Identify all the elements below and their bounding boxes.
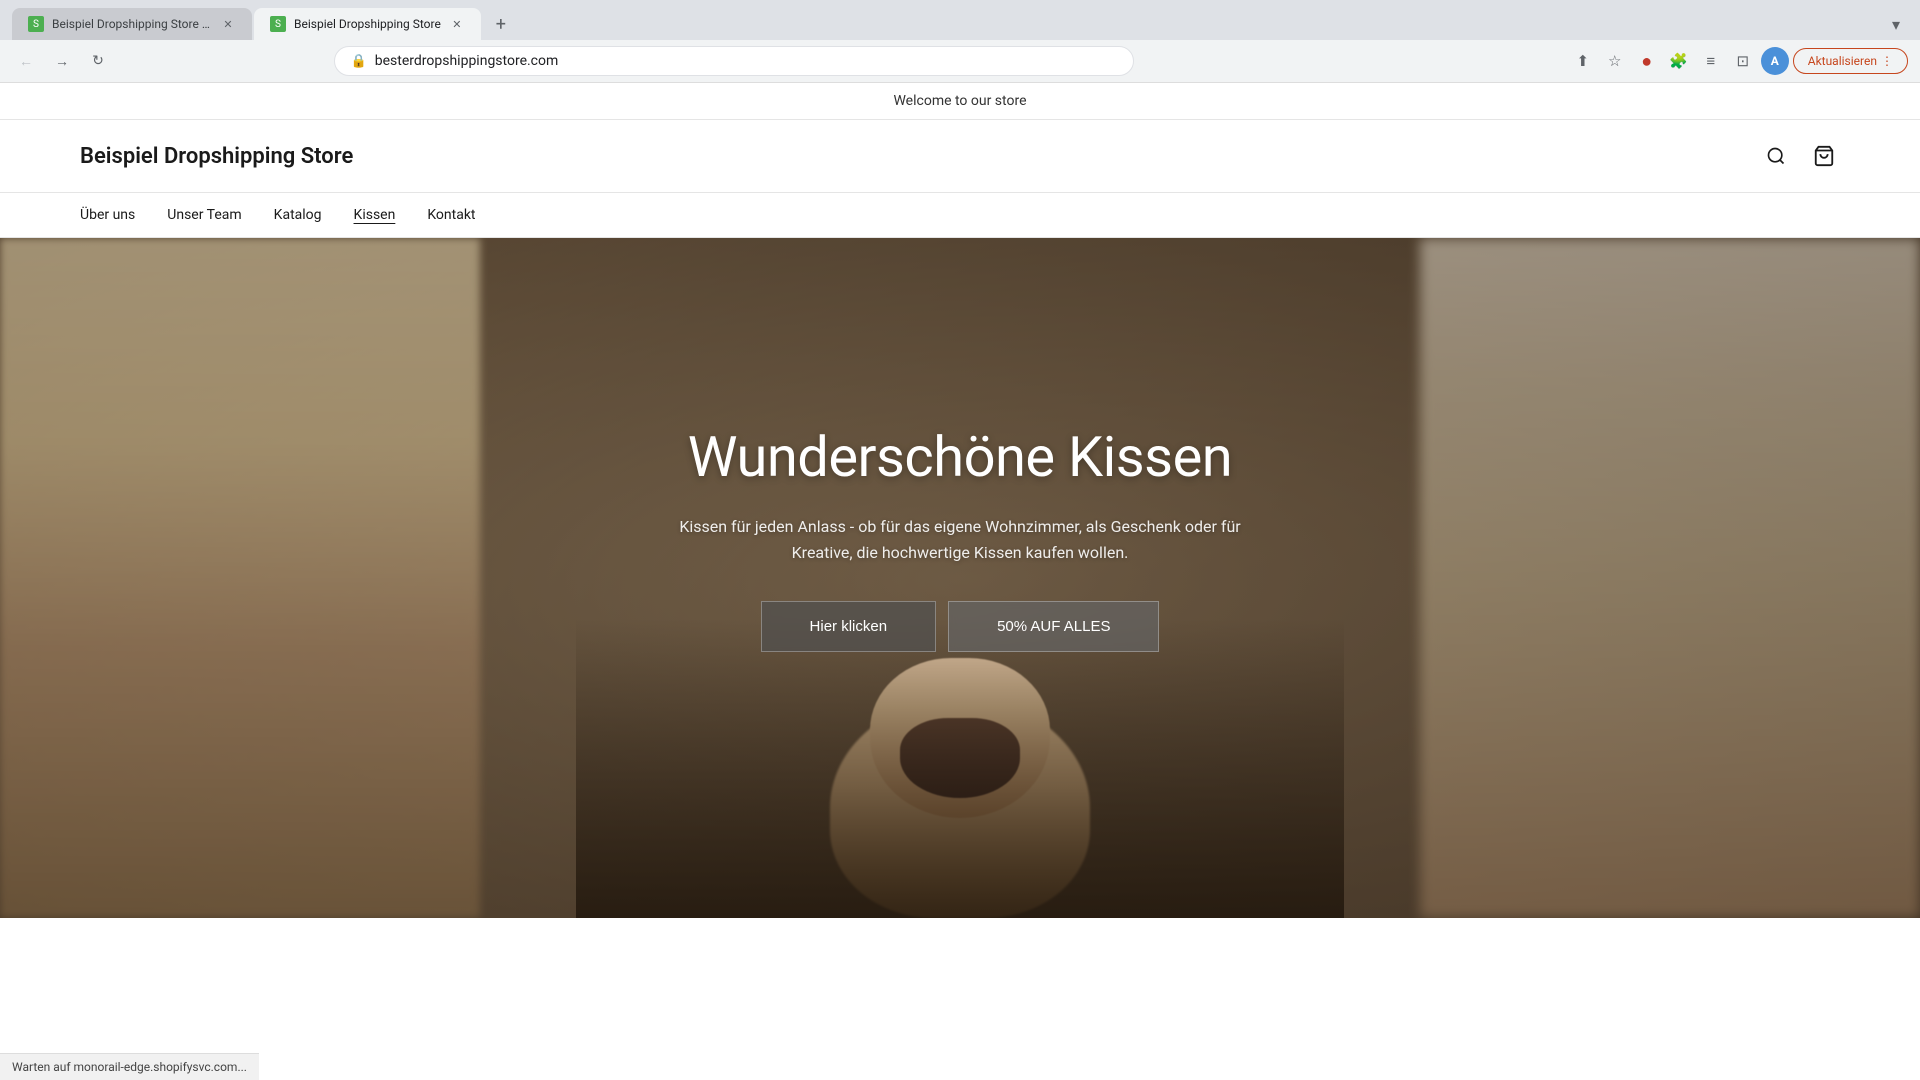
address-bar: ← → ↻ 🔒 besterdropshippingstore.com ⬆ ☆ … [0,40,1920,82]
update-button[interactable]: Aktualisieren ⋮ [1793,48,1908,74]
tab-1-favicon: S [28,16,44,32]
profile-button[interactable]: A [1761,47,1789,75]
nav-katalog[interactable]: Katalog [274,193,322,237]
nav-kontakt[interactable]: Kontakt [427,193,475,237]
hero-primary-button[interactable]: Hier klicken [761,601,937,652]
nav-kissen[interactable]: Kissen [354,193,396,237]
hero-subtitle: Kissen für jeden Anlass - ob für das eig… [660,514,1260,565]
extensions-button[interactable]: 🧩 [1665,47,1693,75]
bookmark-button[interactable]: ☆ [1601,47,1629,75]
hero-left-bg [0,238,480,918]
tab-bar: S Beispiel Dropshipping Store · ... ✕ S … [0,0,1920,40]
status-bar: Warten auf monorail-edge.shopifysvc.com.… [0,1053,259,1080]
split-view-button[interactable]: ⊡ [1729,47,1757,75]
reader-mode-button[interactable]: ≡ [1697,47,1725,75]
site-header: Beispiel Dropshipping Store [0,120,1920,193]
site-logo[interactable]: Beispiel Dropshipping Store [80,144,1760,169]
tab-2-favicon: S [270,16,286,32]
tab-1-title: Beispiel Dropshipping Store · ... [52,17,212,31]
hero-content: Wunderschöne Kissen Kissen für jeden Anl… [460,424,1460,652]
announcement-text: Welcome to our store [893,93,1026,109]
opera-icon[interactable]: ● [1633,47,1661,75]
forward-button[interactable]: → [48,47,76,75]
update-menu-icon: ⋮ [1881,54,1893,68]
hero-right-bg [1420,238,1920,918]
tab-list-button[interactable]: ▾ [1884,11,1908,38]
share-button[interactable]: ⬆ [1569,47,1597,75]
browser-chrome: S Beispiel Dropshipping Store · ... ✕ S … [0,0,1920,83]
hero-buttons: Hier klicken 50% AUF ALLES [660,601,1260,652]
address-text: besterdropshippingstore.com [375,53,1117,69]
tab-1-close[interactable]: ✕ [220,16,236,32]
site-nav: Über uns Unser Team Katalog Kissen Konta… [0,193,1920,238]
toolbar-right: ⬆ ☆ ● 🧩 ≡ ⊡ A Aktualisieren ⋮ [1569,47,1908,75]
tab-1[interactable]: S Beispiel Dropshipping Store · ... ✕ [12,8,252,40]
tab-2[interactable]: S Beispiel Dropshipping Store ✕ [254,8,481,40]
reload-button[interactable]: ↻ [84,47,112,75]
header-icons [1760,140,1840,172]
announcement-bar: Welcome to our store [0,83,1920,120]
search-button[interactable] [1760,140,1792,172]
hero-section: Wunderschöne Kissen Kissen für jeden Anl… [0,238,1920,918]
tab-2-close[interactable]: ✕ [449,16,465,32]
nav-unser-team[interactable]: Unser Team [167,193,241,237]
hero-secondary-button[interactable]: 50% AUF ALLES [948,601,1159,652]
hero-title: Wunderschöne Kissen [660,424,1260,490]
lock-icon: 🔒 [351,54,367,69]
cart-button[interactable] [1808,140,1840,172]
website-content: Welcome to our store Beispiel Dropshippi… [0,83,1920,918]
address-input-wrap[interactable]: 🔒 besterdropshippingstore.com [334,46,1134,76]
back-button[interactable]: ← [12,47,40,75]
tab-2-title: Beispiel Dropshipping Store [294,17,441,31]
nav-uber-uns[interactable]: Über uns [80,193,135,237]
new-tab-button[interactable]: + [487,10,515,38]
status-text: Warten auf monorail-edge.shopifysvc.com.… [12,1060,247,1074]
